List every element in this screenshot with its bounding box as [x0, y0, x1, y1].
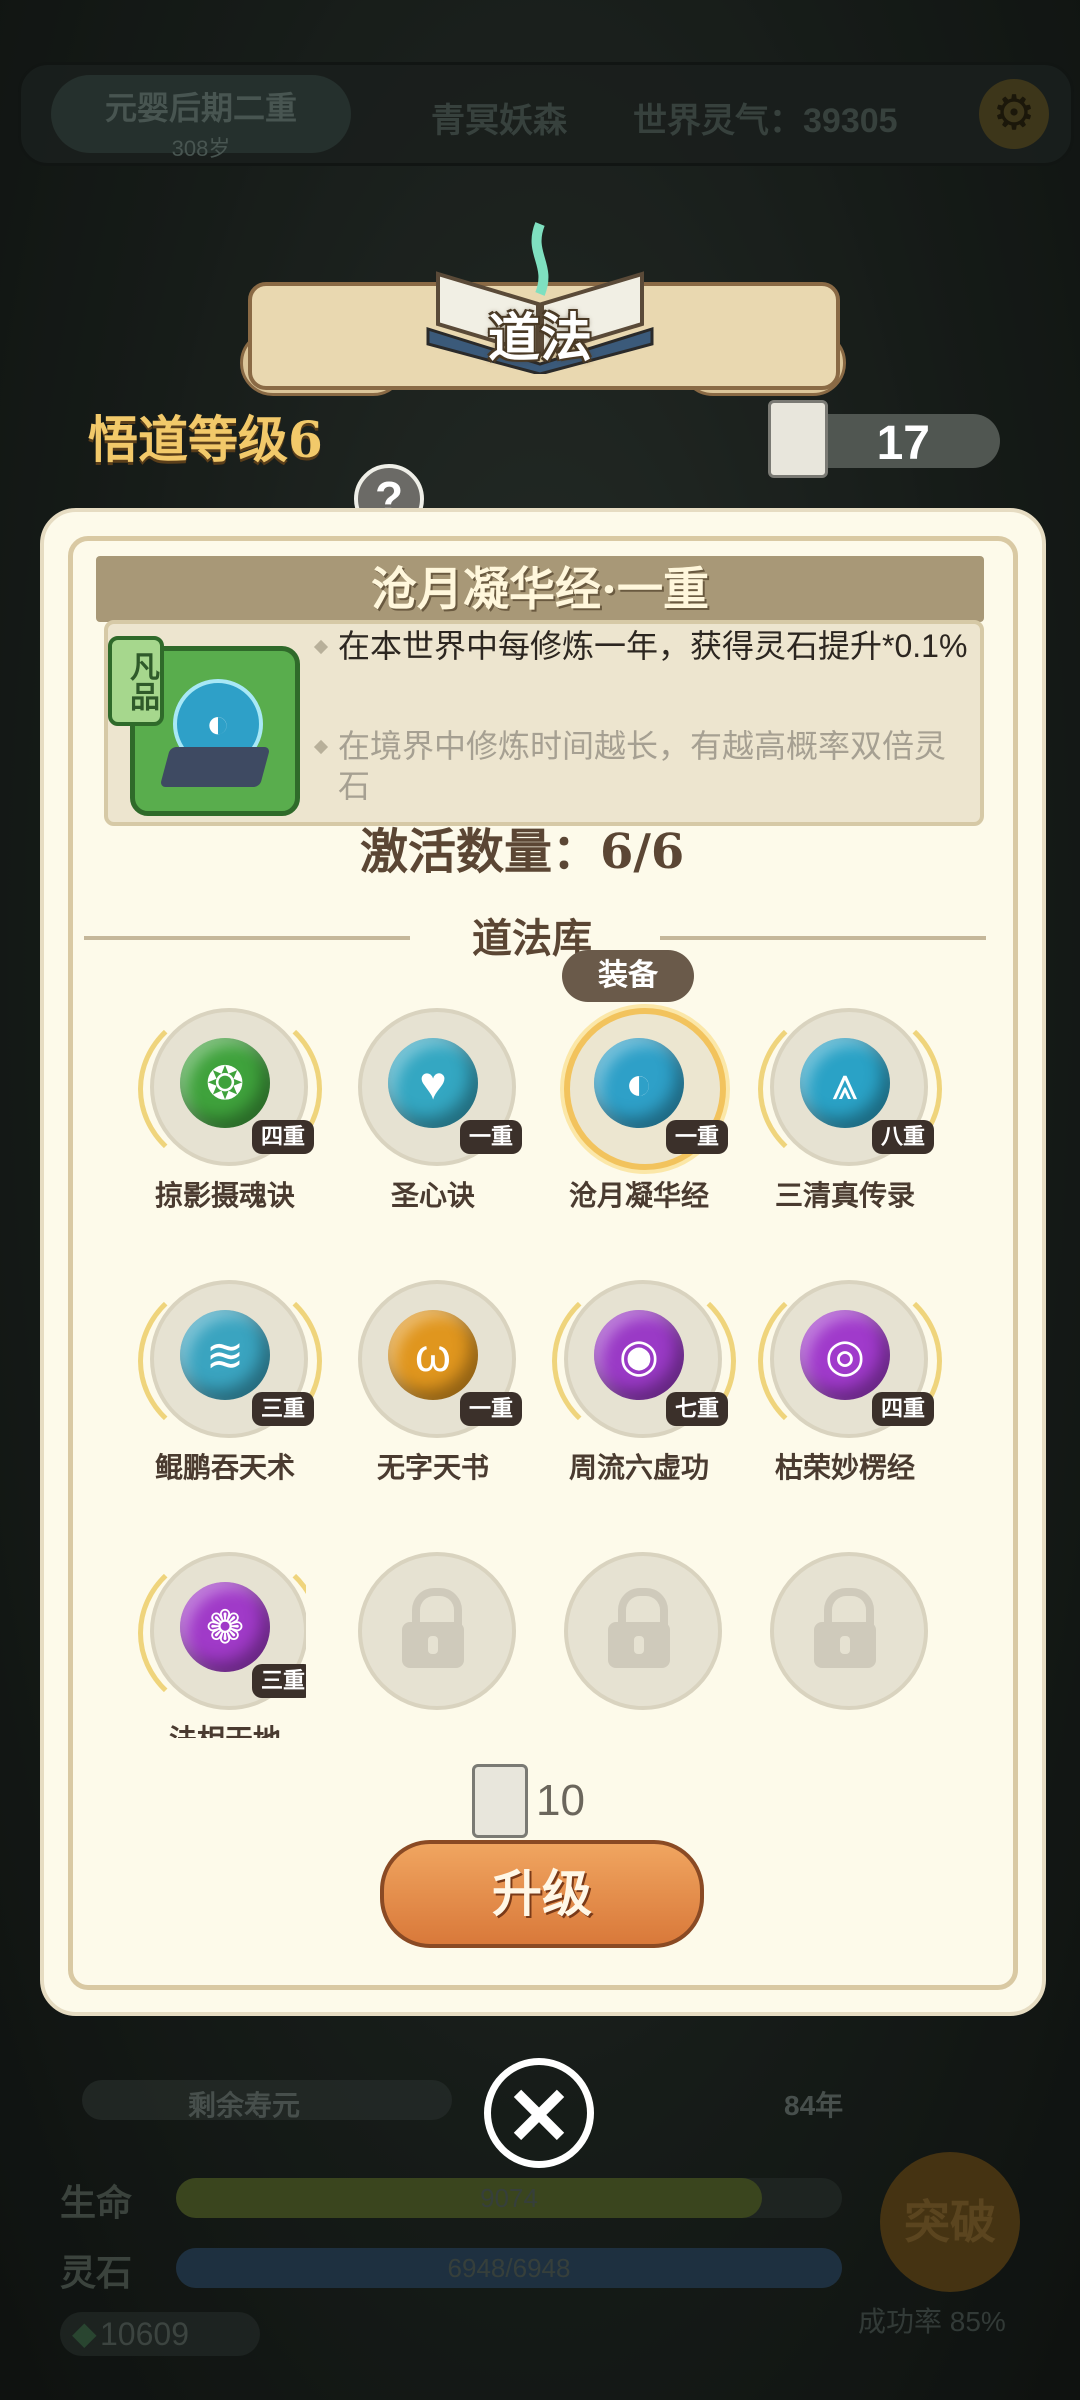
skill-slot[interactable]: ◎ 四重 枯荣妙楞经 — [756, 1276, 942, 1483]
heart-orb-icon: ♥ — [388, 1038, 478, 1128]
selected-skill-header: 沧月凝华经·一重 — [96, 556, 984, 622]
skill-level: 八重 — [872, 1120, 934, 1154]
close-icon[interactable]: ✕ — [484, 2058, 594, 2168]
wing-orb-icon: ≋ — [180, 1310, 270, 1400]
skill-desc-1: 在本世界中每修炼一年，获得灵石提升*0.1% — [313, 626, 970, 666]
activate-count: 激活数量：6/6 — [360, 824, 685, 880]
skill-name: 掠影摄魂诀 — [154, 1180, 295, 1211]
scroll-icon — [472, 1764, 528, 1838]
skill-name: 沧月凝华经 — [568, 1180, 709, 1211]
selected-skill-title: 沧月凝华经·一重 — [370, 562, 709, 616]
skill-level: 一重 — [460, 1120, 522, 1154]
scroll-icon — [768, 400, 828, 478]
skill-slot[interactable]: ❂ 四重 掠影摄魂诀 — [136, 1004, 322, 1211]
scroll-count-value: 17 — [876, 417, 930, 470]
skill-level: 七重 — [666, 1392, 728, 1426]
lock-icon — [810, 1588, 880, 1668]
skill-level: 一重 — [666, 1120, 728, 1154]
book-icon — [159, 747, 271, 787]
grade-tag: 凡品 — [108, 636, 164, 726]
equip-tag[interactable]: 装备 — [562, 950, 694, 1002]
skill-level: 三重 — [252, 1664, 306, 1698]
wudao-level: 悟道等级6 — [88, 410, 323, 469]
skill-desc-2-text: 在境界中修炼时间越长，有越高概率双倍灵石 — [338, 728, 947, 804]
skill-level: 四重 — [252, 1120, 314, 1154]
vortex-orb-icon: ◎ — [800, 1310, 890, 1400]
skill-slot[interactable]: ≋ 三重 鲲鹏吞天术 — [136, 1276, 322, 1483]
skill-name: 无字天书 — [376, 1452, 489, 1483]
skill-slot[interactable]: ❁ 三重 法相天地 — [136, 1552, 306, 1738]
skill-slot-equipped[interactable]: ◐ 一重 沧月凝华经 — [550, 1008, 728, 1211]
moon-orb-icon: ◐ — [594, 1038, 684, 1128]
skill-name: 周流六虚功 — [568, 1452, 709, 1483]
skill-slot[interactable]: ◉ 七重 周流六虚功 — [550, 1276, 736, 1483]
skill-slot[interactable]: ♥ 一重 圣心诀 — [344, 1008, 522, 1211]
lock-icon — [398, 1588, 468, 1668]
skill-level: 一重 — [460, 1392, 522, 1426]
modal-title: 道法 — [487, 308, 592, 369]
skill-slot[interactable]: ω 一重 无字天书 — [344, 1280, 522, 1483]
skill-name: 圣心诀 — [390, 1180, 475, 1211]
eye-orb-icon: ◉ — [594, 1310, 684, 1400]
swirl-orb-icon: ❁ — [180, 1582, 270, 1672]
upgrade-button[interactable]: 升级 — [380, 1840, 704, 1948]
upgrade-cost: 10 — [536, 1776, 585, 1825]
skill-level: 四重 — [872, 1392, 934, 1426]
locked-slot — [756, 1552, 928, 1752]
locked-slot — [550, 1552, 722, 1752]
scroll-orb-icon: ω — [388, 1310, 478, 1400]
skill-name: 三清真传录 — [774, 1180, 915, 1211]
mountain-orb-icon: ⩓ — [800, 1038, 890, 1128]
divider-left — [84, 936, 410, 940]
divider-right — [660, 936, 986, 940]
skill-name: 法相天地 — [136, 1718, 306, 1738]
locked-slot — [344, 1552, 516, 1752]
skill-name: 枯荣妙楞经 — [774, 1452, 915, 1483]
scroll-counter: 17 — [800, 414, 1000, 470]
skill-desc-2: 在境界中修炼时间越长，有越高概率双倍灵石 — [313, 726, 970, 806]
skill-desc-1-text: 在本世界中每修炼一年，获得灵石提升*0.1% — [338, 628, 968, 664]
skill-name: 鲲鹏吞天术 — [154, 1452, 295, 1483]
lock-icon — [604, 1588, 674, 1668]
spiral-orb-icon: ❂ — [180, 1038, 270, 1128]
skill-slot[interactable]: ⩓ 八重 三清真传录 — [756, 1004, 942, 1211]
skill-level: 三重 — [252, 1392, 314, 1426]
